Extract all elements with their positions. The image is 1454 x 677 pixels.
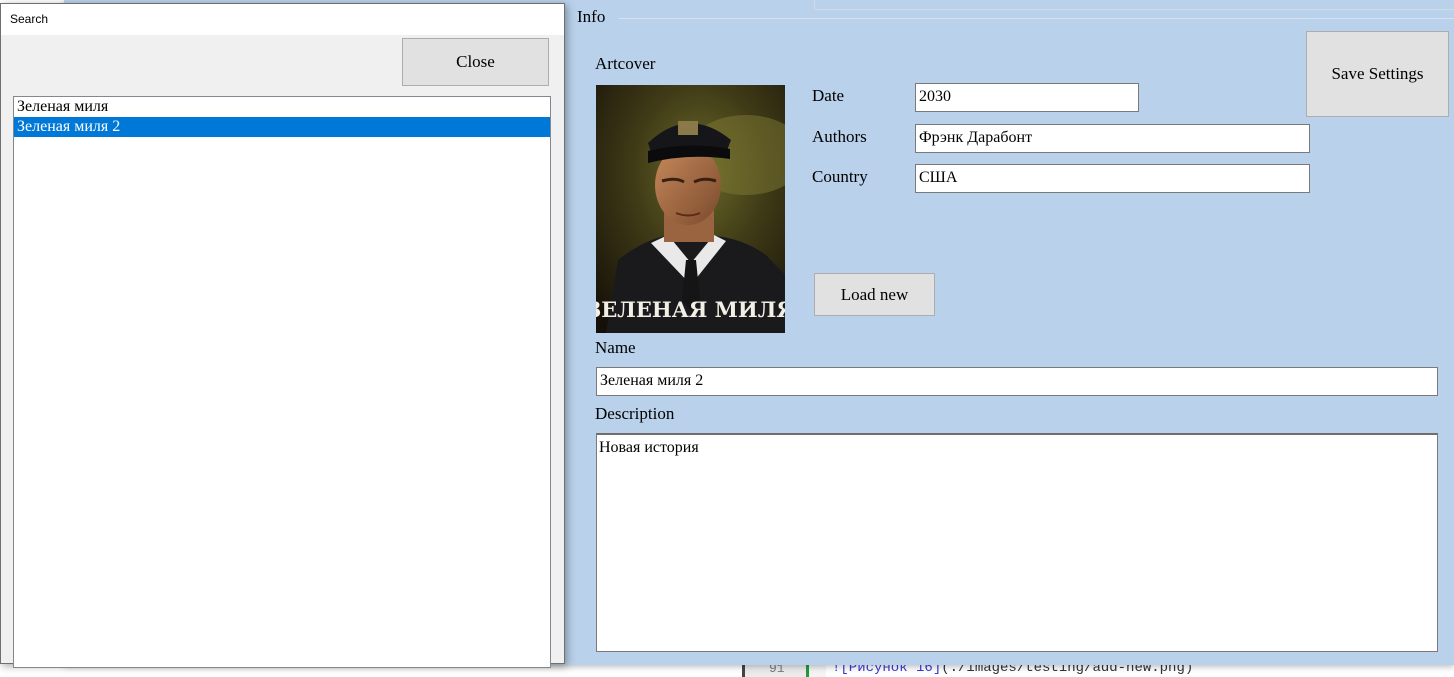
list-item[interactable]: Зеленая миля xyxy=(14,97,550,117)
authors-field[interactable]: Фрэнк Дарабонт xyxy=(915,124,1310,153)
artcover-image: ЗЕЛЕНАЯ МИЛЯ xyxy=(596,85,785,333)
date-field[interactable]: 2030 xyxy=(915,83,1139,112)
artcover-caption: ЗЕЛЕНАЯ МИЛЯ xyxy=(596,297,785,322)
save-settings-button[interactable]: Save Settings xyxy=(1306,31,1449,117)
top-panel-edge xyxy=(814,0,1454,10)
country-label: Country xyxy=(812,167,868,186)
info-group-border xyxy=(619,18,1454,19)
date-label: Date xyxy=(812,86,845,105)
description-field[interactable]: Новая история xyxy=(596,433,1438,652)
country-field[interactable]: США xyxy=(915,164,1310,193)
authors-label: Authors xyxy=(812,127,867,146)
search-window-title: Search xyxy=(10,12,49,26)
list-item-selected[interactable]: Зеленая миля 2 xyxy=(14,117,550,137)
name-label: Name xyxy=(595,338,636,357)
close-button[interactable]: Close xyxy=(402,38,549,86)
description-label: Description xyxy=(595,404,675,423)
load-new-button[interactable]: Load new xyxy=(814,273,935,316)
search-results-list[interactable]: Зеленая миля Зеленая миля 2 xyxy=(13,96,551,668)
info-group-label: Info xyxy=(577,7,606,26)
name-field[interactable]: Зеленая миля 2 xyxy=(596,367,1438,396)
search-window: Search Close Зеленая миля Зеленая миля 2 xyxy=(0,3,565,668)
search-titlebar[interactable]: Search xyxy=(1,4,564,35)
artcover-label: Artcover xyxy=(595,54,656,73)
